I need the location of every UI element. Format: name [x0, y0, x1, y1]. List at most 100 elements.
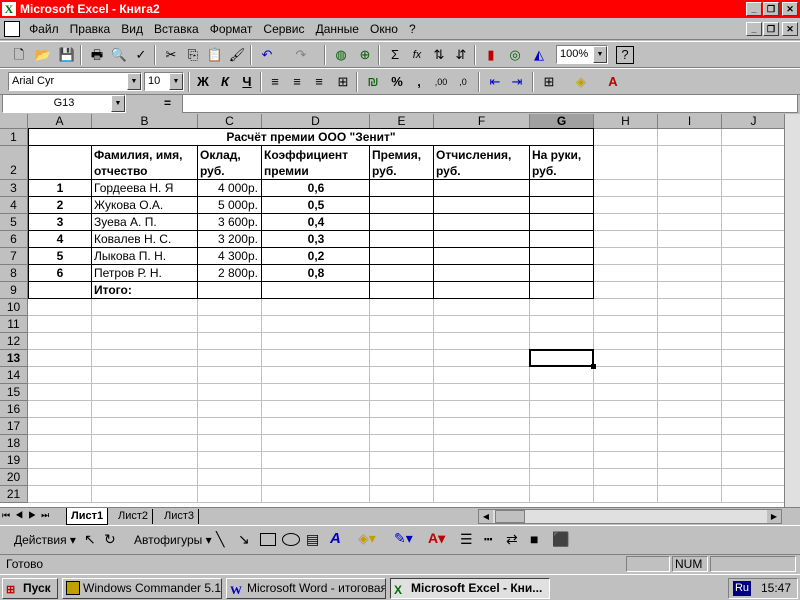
fill-handle[interactable]: [591, 364, 596, 369]
preview-icon[interactable]: 🔍: [108, 45, 130, 65]
horizontal-scrollbar[interactable]: ◀ ▶: [478, 509, 782, 524]
web-icon[interactable]: ◍: [330, 45, 352, 65]
underline-button[interactable]: Ч: [236, 72, 258, 92]
increase-decimal-icon[interactable]: ,00: [430, 72, 452, 92]
menu-format[interactable]: Формат: [206, 18, 257, 40]
line-color-icon[interactable]: ✎▾: [394, 530, 413, 547]
salary[interactable]: 2 800р.: [198, 265, 258, 281]
sort-asc-icon[interactable]: ⇅: [428, 45, 450, 65]
arrow-style-icon[interactable]: ⇄: [506, 531, 518, 548]
chart-wizard-icon[interactable]: ▮: [480, 45, 502, 65]
row-header-5[interactable]: 5: [0, 214, 28, 231]
row-header-10[interactable]: 10: [0, 299, 28, 316]
sort-desc-icon[interactable]: ⇵: [450, 45, 472, 65]
salary[interactable]: 5 000р.: [198, 197, 258, 213]
employee-name[interactable]: Петров Р. Н.: [94, 265, 162, 281]
open-icon[interactable]: 📂: [32, 45, 54, 65]
menu-tools[interactable]: Сервис: [259, 18, 308, 40]
row-number[interactable]: 5: [28, 248, 92, 264]
restore-button[interactable]: ❐: [763, 2, 779, 16]
sheet-nav-icon[interactable]: ⏮◀▶⏭: [2, 510, 54, 521]
employee-name[interactable]: Ковалев Н. С.: [94, 231, 171, 247]
spreadsheet-grid[interactable]: A B C D E F G H I J 1 2 3 4 5 6 7 8 9 10 11 12 13 14 15 16 17 18 19 2…: [0, 114, 800, 507]
start-button[interactable]: ⊞ Пуск: [2, 578, 58, 599]
doc-close-button[interactable]: ✕: [782, 22, 798, 36]
select-all-corner[interactable]: [0, 114, 28, 129]
selected-cell-g13[interactable]: [529, 349, 594, 367]
draw-font-color-icon[interactable]: A▾: [428, 530, 445, 547]
function-icon[interactable]: fx: [406, 45, 428, 65]
align-center-icon[interactable]: ≡: [286, 72, 308, 92]
copy-icon[interactable]: ⎘: [182, 45, 204, 65]
doc-minimize-button[interactable]: _: [746, 22, 762, 36]
row-header-2[interactable]: 2: [0, 146, 28, 180]
formula-input[interactable]: [182, 94, 798, 113]
rotate-icon[interactable]: ↻: [104, 531, 116, 548]
merge-center-icon[interactable]: ⊞: [332, 72, 354, 92]
column-header-a[interactable]: A: [28, 114, 92, 129]
comma-button[interactable]: ,: [408, 72, 430, 92]
menu-data[interactable]: Данные: [312, 18, 363, 40]
coefficient[interactable]: 0,8: [262, 265, 370, 281]
hyperlink-icon[interactable]: ⊕: [354, 45, 376, 65]
row-header-11[interactable]: 11: [0, 316, 28, 333]
row-number[interactable]: 4: [28, 231, 92, 247]
zoom-select[interactable]: 100% ▼: [556, 45, 608, 64]
align-left-icon[interactable]: ≡: [264, 72, 286, 92]
line-icon[interactable]: ╲: [216, 531, 224, 548]
menu-insert[interactable]: Вставка: [150, 18, 203, 40]
draw-fill-color-icon[interactable]: ◈▾: [358, 530, 376, 547]
arrow-icon[interactable]: ↘: [238, 531, 250, 548]
sheet-tab-1[interactable]: Лист1: [66, 508, 109, 525]
dash-style-icon[interactable]: ┅: [484, 531, 492, 548]
font-size-select[interactable]: 10 ▼: [144, 72, 184, 91]
row-header-6[interactable]: 6: [0, 231, 28, 248]
shadow-icon[interactable]: ■: [530, 531, 538, 547]
print-icon[interactable]: 🖶: [86, 45, 108, 65]
row-header-3[interactable]: 3: [0, 180, 28, 197]
coefficient[interactable]: 0,4: [262, 214, 370, 230]
row-header-16[interactable]: 16: [0, 401, 28, 418]
paste-icon[interactable]: 📋: [204, 45, 226, 65]
column-header-j[interactable]: J: [722, 114, 786, 129]
close-button[interactable]: ✕: [782, 2, 798, 16]
oval-icon[interactable]: [282, 533, 300, 546]
row-header-17[interactable]: 17: [0, 418, 28, 435]
column-header-h[interactable]: H: [594, 114, 658, 129]
task-word[interactable]: W Microsoft Word - итоговая...: [226, 578, 386, 599]
decrease-indent-icon[interactable]: ⇤: [484, 72, 506, 92]
cut-icon[interactable]: ✂: [160, 45, 182, 65]
select-arrow-icon[interactable]: ↖: [84, 531, 96, 548]
sheet-tab-3[interactable]: Лист3: [160, 509, 200, 524]
menu-file[interactable]: Файл: [25, 18, 63, 40]
font-color-icon[interactable]: A: [602, 72, 624, 92]
row-header-20[interactable]: 20: [0, 469, 28, 486]
employee-name[interactable]: Жукова О.А.: [94, 197, 163, 213]
minimize-button[interactable]: _: [746, 2, 762, 16]
name-box[interactable]: G13 ▼: [2, 94, 126, 113]
row-number[interactable]: 2: [28, 197, 92, 213]
vertical-scrollbar[interactable]: [784, 114, 800, 507]
column-header-d[interactable]: D: [262, 114, 370, 129]
menu-window[interactable]: Окно: [366, 18, 402, 40]
redo-icon[interactable]: ↷: [290, 45, 312, 65]
map-icon[interactable]: ◎: [504, 45, 526, 65]
doc-restore-button[interactable]: ❐: [763, 22, 779, 36]
column-header-f[interactable]: F: [434, 114, 530, 129]
help-icon[interactable]: ?: [616, 46, 634, 64]
textbox-icon[interactable]: ▤: [306, 531, 319, 548]
coefficient[interactable]: 0,6: [262, 180, 370, 196]
actions-menu[interactable]: Действия ▾: [14, 533, 76, 547]
coefficient[interactable]: 0,3: [262, 231, 370, 247]
percent-button[interactable]: %: [386, 72, 408, 92]
row-header-7[interactable]: 7: [0, 248, 28, 265]
row-header-1[interactable]: 1: [0, 129, 28, 146]
row-header-14[interactable]: 14: [0, 367, 28, 384]
task-windows-commander[interactable]: Windows Commander 5.11...: [62, 578, 222, 599]
wordart-icon[interactable]: A: [330, 530, 341, 547]
employee-name[interactable]: Зуева А. П.: [94, 214, 157, 230]
employee-name[interactable]: Лыкова П. Н.: [94, 248, 166, 264]
increase-indent-icon[interactable]: ⇥: [506, 72, 528, 92]
document-icon[interactable]: [4, 21, 20, 37]
line-style-icon[interactable]: ☰: [460, 531, 473, 548]
